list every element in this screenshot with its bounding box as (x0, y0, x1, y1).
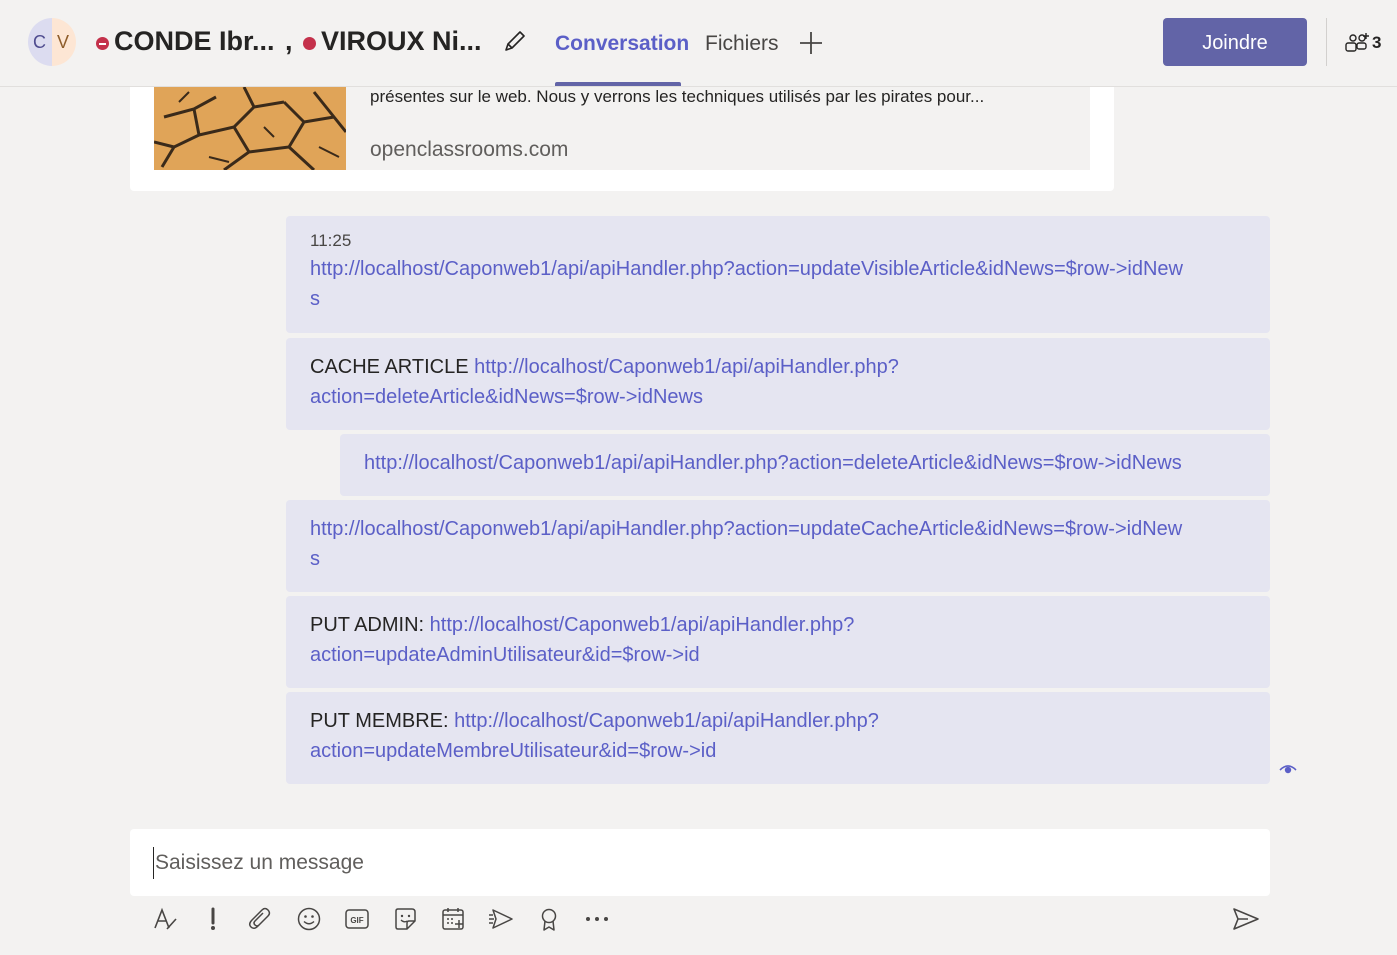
message-bubble[interactable]: 11:25 http://localhost/Caponweb1/api/api… (286, 216, 1270, 333)
active-tab-indicator (555, 82, 681, 86)
busy-status-icon (303, 37, 316, 50)
svg-text:GIF: GIF (350, 916, 363, 925)
more-icon[interactable] (584, 906, 610, 932)
chat-header: C V CONDE Ibr... , VIROUX Ni... Conversa… (0, 0, 1397, 87)
message-timestamp: 11:25 (310, 231, 352, 250)
message-link[interactable]: http://localhost/Caponweb1/api/apiHandle… (310, 258, 1183, 310)
participant-name-2[interactable]: VIROUX Ni... (321, 26, 482, 57)
pencil-icon[interactable] (503, 29, 527, 53)
attach-icon[interactable] (248, 906, 274, 932)
message-link[interactable]: http://localhost/Caponweb1/api/apiHandle… (364, 452, 1182, 474)
important-icon[interactable] (200, 906, 226, 932)
message-text: PUT MEMBRE: (310, 710, 455, 732)
send-icon[interactable] (1232, 906, 1260, 932)
name-separator: , (285, 26, 293, 56)
message-bubble[interactable]: http://localhost/Caponweb1/api/apiHandle… (286, 500, 1270, 592)
group-avatar[interactable]: C V (28, 18, 78, 68)
message-text: CACHE ARTICLE (310, 356, 475, 378)
participant-name-1[interactable]: CONDE Ibr... (114, 26, 275, 57)
avatar-letter-v: V (57, 32, 70, 52)
tab-conversation[interactable]: Conversation (555, 32, 689, 56)
gif-icon[interactable]: GIF (344, 906, 370, 932)
message-bubble[interactable]: PUT MEMBRE: http://localhost/Caponweb1/a… (286, 692, 1270, 784)
message-input[interactable] (153, 847, 1247, 879)
header-divider (1326, 18, 1327, 66)
plus-icon[interactable] (798, 30, 824, 56)
preview-description: présentes sur le web. Nous y verrons les… (370, 87, 985, 106)
participants-count[interactable]: 3 (1372, 33, 1381, 53)
stream-icon[interactable] (488, 906, 514, 932)
do-not-disturb-status-icon (96, 37, 109, 50)
avatar-letter-c: C (33, 32, 46, 52)
tab-fichiers[interactable]: Fichiers (705, 32, 779, 56)
preview-domain[interactable]: openclassrooms.com (370, 138, 568, 162)
message-bubble[interactable]: CACHE ARTICLE http://localhost/Caponweb1… (286, 338, 1270, 430)
schedule-meeting-icon[interactable] (440, 906, 466, 932)
message-bubble[interactable]: PUT ADMIN: http://localhost/Caponweb1/ap… (286, 596, 1270, 688)
join-button[interactable]: Joindre (1163, 18, 1307, 66)
message-bubble[interactable]: http://localhost/Caponweb1/api/apiHandle… (340, 434, 1270, 496)
emoji-icon[interactable] (296, 906, 322, 932)
sticker-icon[interactable] (392, 906, 418, 932)
format-icon[interactable] (152, 906, 178, 932)
seen-eye-icon (1279, 765, 1297, 774)
praise-icon[interactable] (536, 906, 562, 932)
compose-box (130, 829, 1270, 896)
preview-thumbnail[interactable] (154, 87, 346, 170)
message-link[interactable]: http://localhost/Caponweb1/api/apiHandle… (310, 518, 1182, 570)
message-text: PUT ADMIN: (310, 614, 430, 636)
